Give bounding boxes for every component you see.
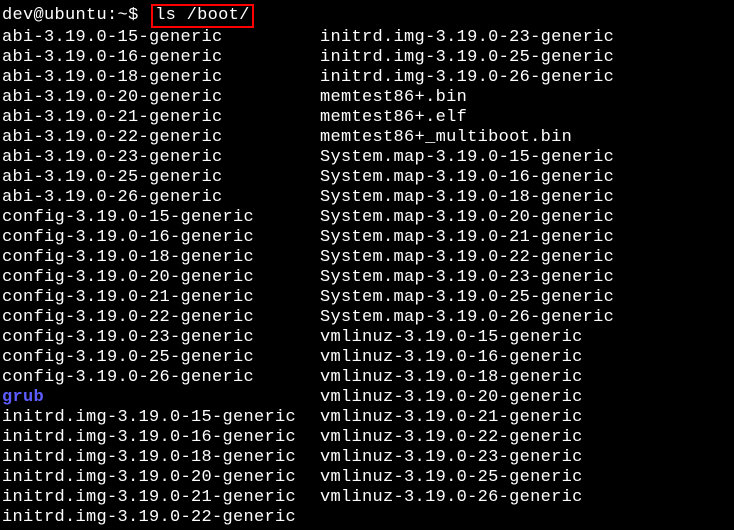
- file-entry: config-3.19.0-20-generic: [2, 268, 296, 288]
- file-entry: System.map-3.19.0-26-generic: [320, 308, 614, 328]
- file-entry: config-3.19.0-15-generic: [2, 208, 296, 228]
- file-entry: abi-3.19.0-26-generic: [2, 188, 296, 208]
- file-entry: vmlinuz-3.19.0-23-generic: [320, 448, 614, 468]
- file-entry: initrd.img-3.19.0-23-generic: [320, 28, 614, 48]
- prompt-user-host: dev@ubuntu: [2, 6, 107, 25]
- file-entry: abi-3.19.0-15-generic: [2, 28, 296, 48]
- output-column-1: abi-3.19.0-15-genericabi-3.19.0-16-gener…: [2, 28, 296, 528]
- directory-entry: grub: [2, 388, 296, 408]
- file-entry: vmlinuz-3.19.0-25-generic: [320, 468, 614, 488]
- file-entry: config-3.19.0-26-generic: [2, 368, 296, 388]
- output-column-2: initrd.img-3.19.0-23-genericinitrd.img-3…: [320, 28, 614, 528]
- prompt-symbol: $: [128, 6, 139, 25]
- file-entry: System.map-3.19.0-15-generic: [320, 148, 614, 168]
- file-entry: System.map-3.19.0-18-generic: [320, 188, 614, 208]
- file-entry: abi-3.19.0-20-generic: [2, 88, 296, 108]
- file-entry: System.map-3.19.0-20-generic: [320, 208, 614, 228]
- file-entry: vmlinuz-3.19.0-18-generic: [320, 368, 614, 388]
- prompt-separator: :: [107, 6, 118, 25]
- file-entry: config-3.19.0-22-generic: [2, 308, 296, 328]
- file-entry: abi-3.19.0-23-generic: [2, 148, 296, 168]
- file-entry: abi-3.19.0-25-generic: [2, 168, 296, 188]
- file-entry: System.map-3.19.0-22-generic: [320, 248, 614, 268]
- file-entry: System.map-3.19.0-16-generic: [320, 168, 614, 188]
- file-entry: abi-3.19.0-18-generic: [2, 68, 296, 88]
- ls-output: abi-3.19.0-15-genericabi-3.19.0-16-gener…: [2, 28, 732, 528]
- file-entry: vmlinuz-3.19.0-26-generic: [320, 488, 614, 508]
- file-entry: config-3.19.0-16-generic: [2, 228, 296, 248]
- file-entry: config-3.19.0-18-generic: [2, 248, 296, 268]
- file-entry: initrd.img-3.19.0-26-generic: [320, 68, 614, 88]
- file-entry: System.map-3.19.0-25-generic: [320, 288, 614, 308]
- file-entry: initrd.img-3.19.0-16-generic: [2, 428, 296, 448]
- file-entry: vmlinuz-3.19.0-15-generic: [320, 328, 614, 348]
- file-entry: System.map-3.19.0-23-generic: [320, 268, 614, 288]
- file-entry: initrd.img-3.19.0-21-generic: [2, 488, 296, 508]
- prompt-path: ~: [118, 6, 129, 25]
- file-entry: initrd.img-3.19.0-25-generic: [320, 48, 614, 68]
- file-entry: System.map-3.19.0-21-generic: [320, 228, 614, 248]
- file-entry: config-3.19.0-21-generic: [2, 288, 296, 308]
- file-entry: abi-3.19.0-21-generic: [2, 108, 296, 128]
- file-entry: memtest86+.elf: [320, 108, 614, 128]
- file-entry: vmlinuz-3.19.0-20-generic: [320, 388, 614, 408]
- file-entry: memtest86+_multiboot.bin: [320, 128, 614, 148]
- file-entry: initrd.img-3.19.0-22-generic: [2, 508, 296, 528]
- terminal-prompt-line[interactable]: dev@ubuntu:~$ ls /boot/: [2, 4, 732, 28]
- file-entry: initrd.img-3.19.0-20-generic: [2, 468, 296, 488]
- file-entry: vmlinuz-3.19.0-22-generic: [320, 428, 614, 448]
- file-entry: vmlinuz-3.19.0-16-generic: [320, 348, 614, 368]
- file-entry: initrd.img-3.19.0-15-generic: [2, 408, 296, 428]
- file-entry: config-3.19.0-25-generic: [2, 348, 296, 368]
- command-highlight: ls /boot/: [151, 4, 254, 28]
- file-entry: abi-3.19.0-22-generic: [2, 128, 296, 148]
- file-entry: config-3.19.0-23-generic: [2, 328, 296, 348]
- file-entry: abi-3.19.0-16-generic: [2, 48, 296, 68]
- file-entry: vmlinuz-3.19.0-21-generic: [320, 408, 614, 428]
- file-entry: memtest86+.bin: [320, 88, 614, 108]
- file-entry: initrd.img-3.19.0-18-generic: [2, 448, 296, 468]
